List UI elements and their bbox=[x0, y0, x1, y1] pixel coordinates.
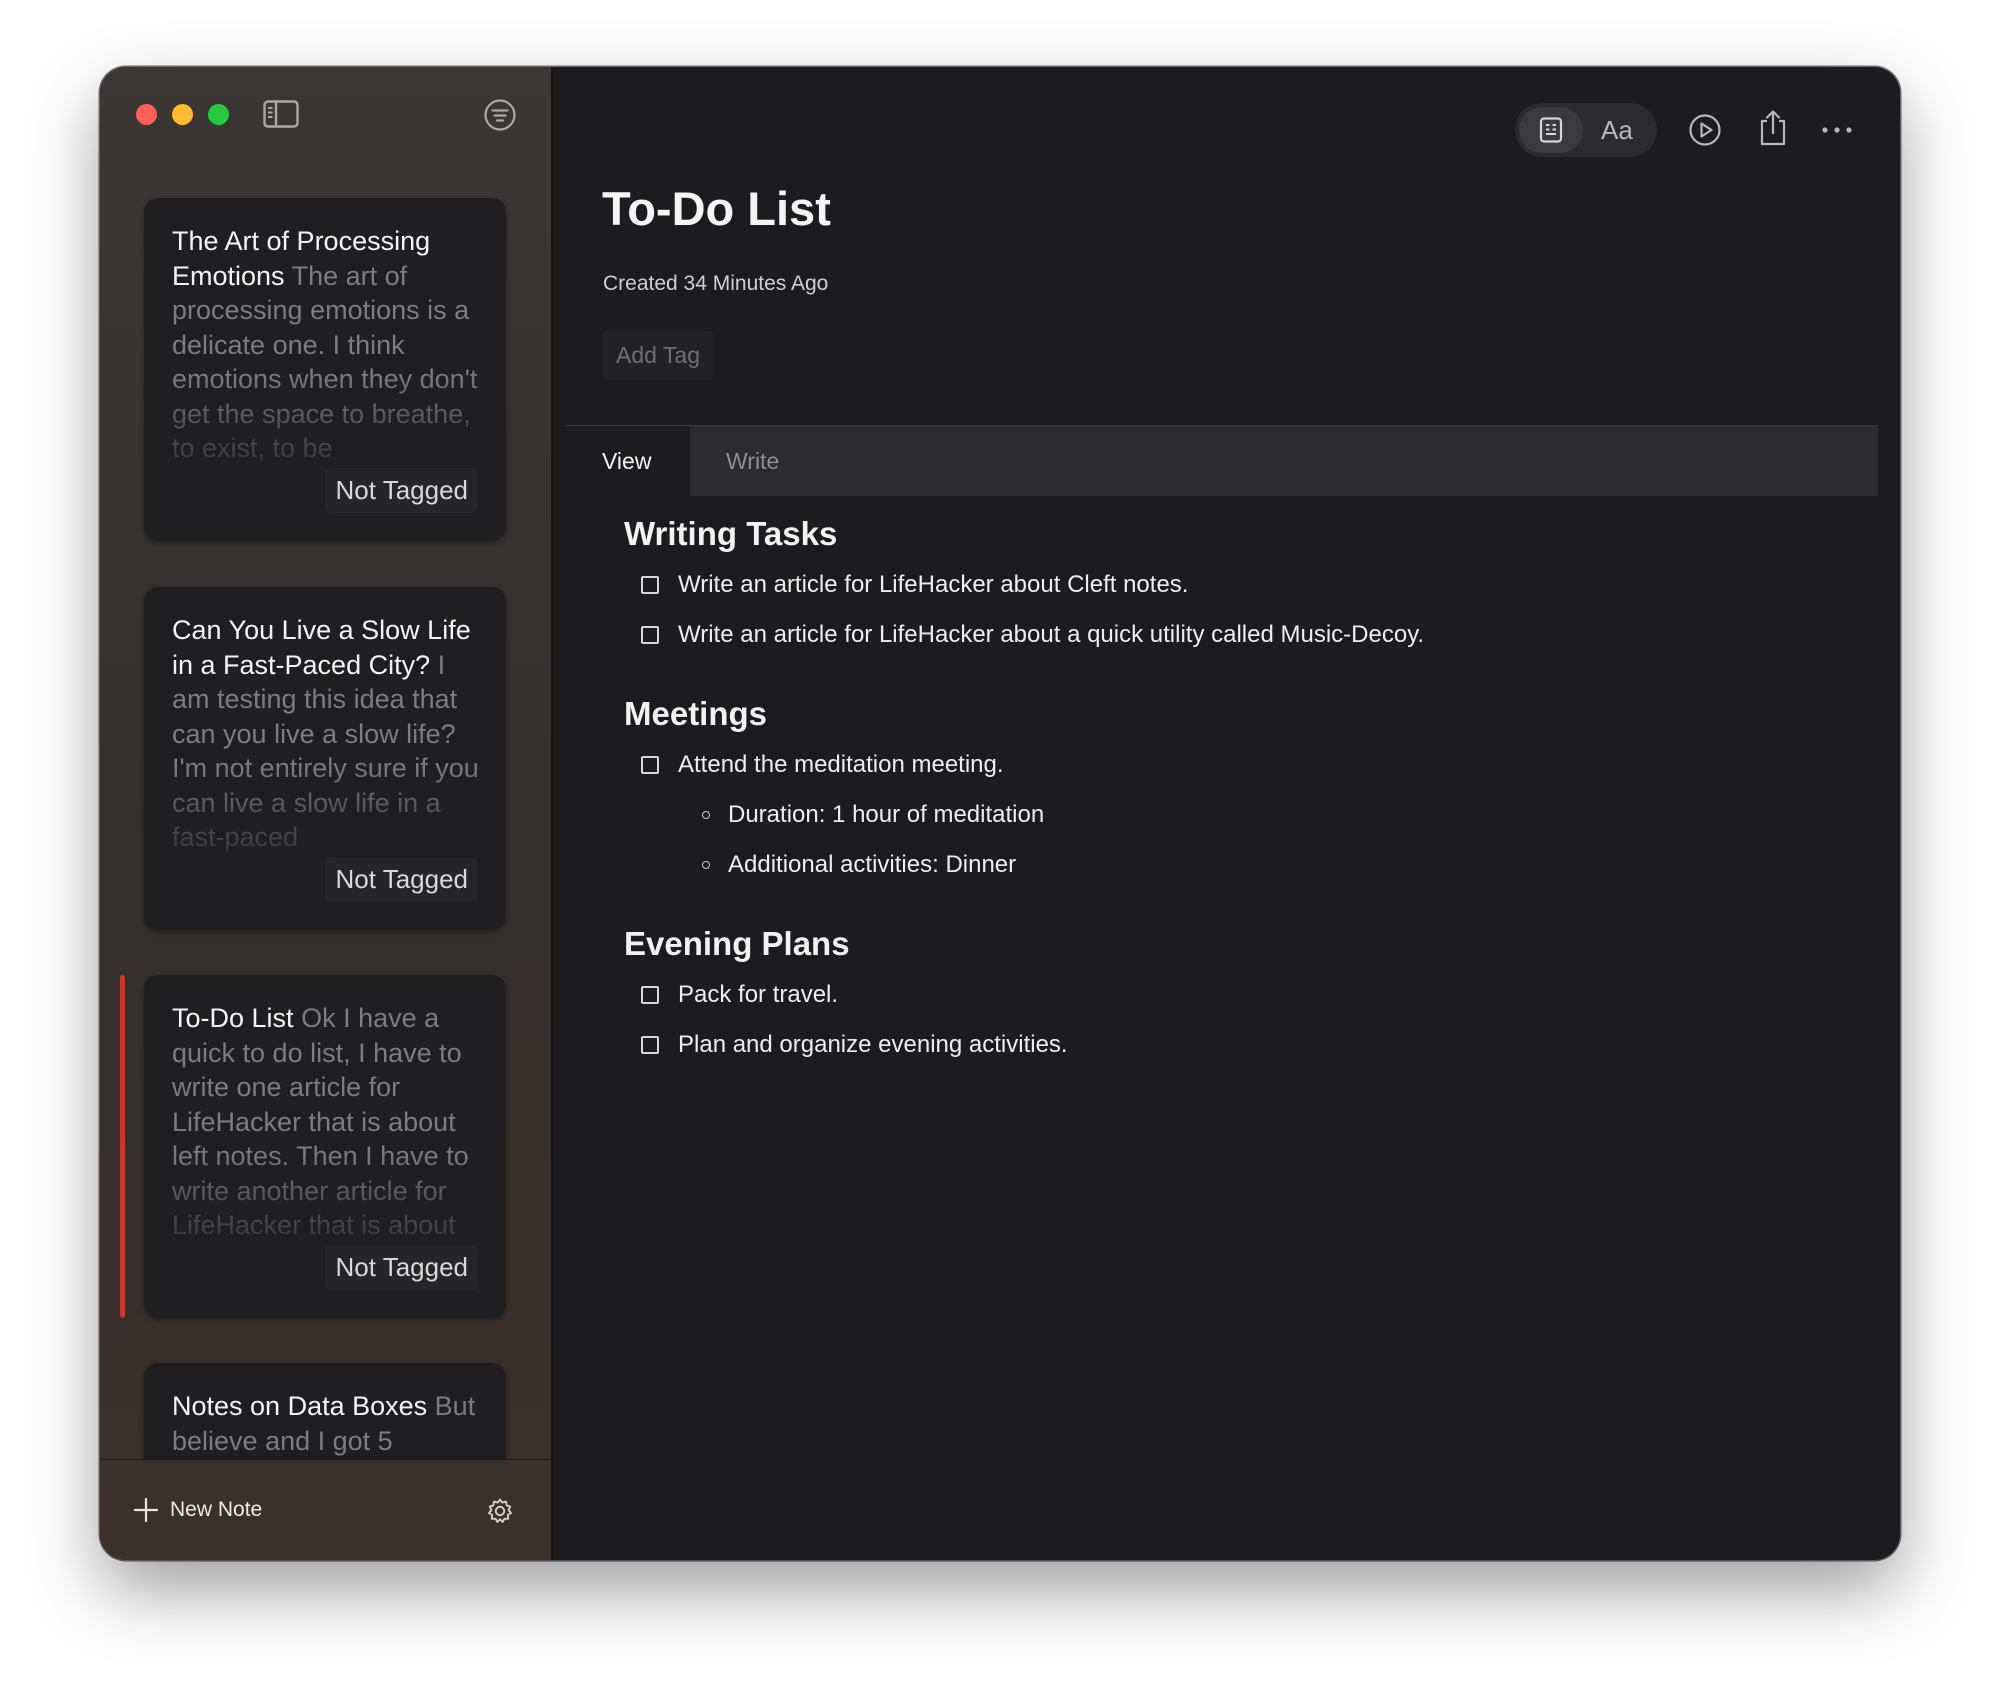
task-text: Write an article for LifeHacker about Cl… bbox=[678, 571, 1189, 598]
view-write-tabs: View Write bbox=[566, 425, 1878, 496]
task-item: Write an article for LifeHacker about Cl… bbox=[624, 565, 1188, 605]
font-icon[interactable]: Aa bbox=[1601, 115, 1633, 146]
bullet-icon bbox=[702, 811, 710, 819]
sub-list-text: Additional activities: Dinner bbox=[728, 851, 1017, 878]
task-item: Write an article for LifeHacker about a … bbox=[624, 615, 1424, 655]
more-icon[interactable] bbox=[1820, 113, 1854, 147]
task-checkbox[interactable] bbox=[641, 986, 659, 1004]
note-card[interactable]: Can You Live a Slow Life in a Fast-Paced… bbox=[144, 587, 506, 930]
tag-badge[interactable]: Not Tagged bbox=[325, 857, 478, 902]
sidebar-toggle-icon[interactable] bbox=[263, 100, 299, 128]
bullet-icon bbox=[702, 861, 710, 869]
tag-badge[interactable]: Not Tagged bbox=[325, 468, 478, 513]
note-view-icon bbox=[1539, 117, 1563, 143]
sidebar: The Art of Processing Emotions The art o… bbox=[100, 67, 553, 1560]
note-editor: Aa To-Do List Created 34 Minutes Ago Add… bbox=[566, 81, 1878, 1538]
tab-write[interactable]: Write bbox=[726, 426, 779, 496]
note-card[interactable]: Notes on Data Boxes But believe and I go… bbox=[144, 1363, 506, 1460]
task-checkbox[interactable] bbox=[641, 756, 659, 774]
task-item: Plan and organize evening activities. bbox=[624, 1025, 1068, 1065]
filter-icon[interactable] bbox=[483, 98, 517, 132]
task-text: Pack for travel. bbox=[678, 981, 839, 1008]
note-card-text: Can You Live a Slow Life in a Fast-Paced… bbox=[172, 613, 484, 855]
display-mode-toggle[interactable]: Aa bbox=[1515, 103, 1657, 157]
note-title[interactable]: To-Do List bbox=[602, 181, 831, 236]
note-card-text: To-Do List Ok I have a quick to do list,… bbox=[172, 1001, 484, 1243]
new-note-button[interactable]: New Note bbox=[134, 1495, 262, 1525]
note-card-title: Can You Live a Slow Life in a Fast-Paced… bbox=[172, 615, 471, 680]
section-heading: Writing Tasks bbox=[624, 515, 838, 552]
note-card-selected[interactable]: To-Do List Ok I have a quick to do list,… bbox=[144, 975, 506, 1318]
task-checkbox[interactable] bbox=[641, 576, 659, 594]
sub-list-item: Duration: 1 hour of meditation bbox=[624, 795, 1044, 835]
share-icon[interactable] bbox=[1756, 109, 1790, 147]
task-text: Write an article for LifeHacker about a … bbox=[678, 621, 1425, 648]
play-icon[interactable] bbox=[1688, 113, 1722, 147]
add-tag-button[interactable]: Add Tag bbox=[602, 331, 714, 380]
section-heading: Meetings bbox=[624, 695, 768, 732]
task-text: Plan and organize evening activities. bbox=[678, 1031, 1068, 1058]
new-note-label: New Note bbox=[170, 1498, 263, 1521]
sub-list-text: Duration: 1 hour of meditation bbox=[728, 801, 1045, 828]
sub-list-item: Additional activities: Dinner bbox=[624, 845, 1016, 885]
section-heading: Evening Plans bbox=[624, 925, 850, 962]
task-checkbox[interactable] bbox=[641, 1036, 659, 1054]
note-card-title: To-Do List bbox=[172, 1003, 294, 1033]
notes-list[interactable]: The Art of Processing Emotions The art o… bbox=[100, 67, 551, 1460]
note-card-title: Notes on Data Boxes bbox=[172, 1391, 428, 1421]
tag-badge[interactable]: Not Tagged bbox=[325, 1245, 478, 1290]
task-text: Attend the meditation meeting. bbox=[678, 751, 1004, 778]
gear-icon[interactable] bbox=[486, 1497, 514, 1525]
sidebar-footer: New Note bbox=[100, 1459, 551, 1560]
note-card[interactable]: The Art of Processing Emotions The art o… bbox=[144, 198, 506, 541]
task-item: Attend the meditation meeting. bbox=[624, 745, 1004, 785]
note-card-snippet: Ok I have a quick to do list, I have to … bbox=[172, 1003, 469, 1240]
selected-note-indicator bbox=[120, 975, 125, 1318]
created-timestamp: Created 34 Minutes Ago bbox=[603, 272, 829, 295]
note-card-text: Notes on Data Boxes But believe and I go… bbox=[172, 1389, 484, 1458]
note-card-text: The Art of Processing Emotions The art o… bbox=[172, 224, 484, 466]
task-checkbox[interactable] bbox=[641, 626, 659, 644]
tab-view[interactable]: View bbox=[566, 426, 690, 496]
task-item: Pack for travel. bbox=[624, 975, 838, 1015]
app-window: The Art of Processing Emotions The art o… bbox=[100, 67, 1900, 1560]
close-window-button[interactable] bbox=[136, 104, 157, 125]
minimize-window-button[interactable] bbox=[172, 104, 193, 125]
plus-icon bbox=[134, 1498, 158, 1522]
zoom-window-button[interactable] bbox=[208, 104, 229, 125]
